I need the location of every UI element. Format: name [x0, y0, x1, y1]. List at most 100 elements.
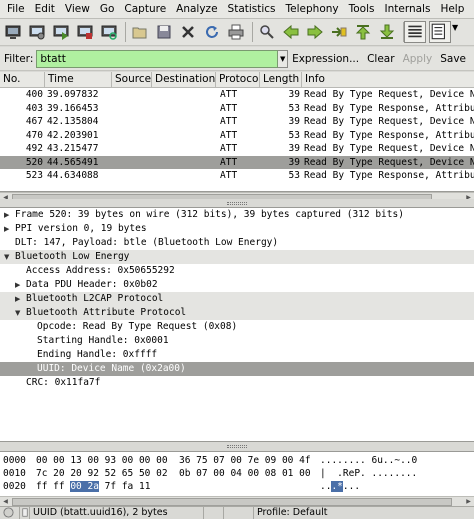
expand-right-icon[interactable]: ▶: [15, 278, 24, 292]
menu-file[interactable]: File: [2, 0, 30, 19]
packet-cell-time: 42.203901: [47, 129, 99, 141]
packet-cell-protocol: ATT: [220, 143, 238, 154]
go-first-icon[interactable]: [352, 21, 374, 43]
packet-cell-source: [112, 156, 152, 170]
detail-row[interactable]: Opcode: Read By Type Request (0x08): [0, 320, 474, 334]
save-button[interactable]: Save: [440, 53, 466, 65]
interface-list-icon[interactable]: [2, 21, 24, 43]
hex-bytes: 00 00 13 00 93 00 00 00 36 75 07 00 7e 0…: [36, 454, 311, 467]
ascii-bytes: ........ 6u..~..0: [320, 454, 417, 467]
menu-statistics[interactable]: Statistics: [223, 0, 281, 19]
packet-cell-protocol: ATT: [220, 116, 238, 127]
apply-button[interactable]: Apply: [403, 53, 433, 65]
auto-scroll-icon[interactable]: [429, 21, 451, 43]
detail-row[interactable]: DLT: 147, Payload: btle (Bluetooth Low E…: [0, 236, 474, 250]
packet-cell-destination: [152, 142, 216, 156]
print-icon[interactable]: [225, 21, 247, 43]
hex-bytes: 7c 20 20 92 52 65 50 02 0b 07 00 04 00 0…: [36, 467, 311, 480]
stop-capture-icon[interactable]: [74, 21, 96, 43]
expand-down-icon[interactable]: ▼: [15, 306, 24, 320]
menu-telephony[interactable]: Telephony: [281, 0, 344, 19]
open-file-icon[interactable]: [129, 21, 151, 43]
hex-text: ff ff: [36, 481, 71, 492]
column-header-protocol[interactable]: Protocol: [216, 72, 260, 87]
packet-row[interactable]: 400 39.097832 ATT 39 Read By Type Request, D…: [0, 88, 474, 102]
detail-row[interactable]: ▼ Bluetooth Attribute Protocol: [0, 306, 474, 320]
detail-row[interactable]: ▶ Bluetooth L2CAP Protocol: [0, 292, 474, 306]
pane-splitter[interactable]: [0, 199, 474, 207]
packet-cell-info: Read By Type Response, Attribute: [304, 170, 474, 181]
detail-row[interactable]: Access Address: 0x50655292: [0, 264, 474, 278]
packet-cell-destination: [152, 129, 216, 143]
expand-right-icon[interactable]: ▶: [4, 208, 13, 222]
save-file-icon[interactable]: [153, 21, 175, 43]
packet-row[interactable]: 470 42.203901 ATT 53 Read By Type Response, …: [0, 129, 474, 143]
toolbar-separator: [252, 22, 253, 42]
capture-options-icon[interactable]: [26, 21, 48, 43]
close-file-icon[interactable]: [177, 21, 199, 43]
status-bar: UUID (btatt.uuid16), 2 bytes Profile: De…: [0, 506, 474, 519]
detail-text: UUID: Device Name (0x2a00): [37, 363, 186, 374]
profile-status[interactable]: Profile: Default: [254, 507, 474, 519]
filter-dropdown-icon[interactable]: ▼: [278, 49, 289, 68]
start-capture-icon[interactable]: [50, 21, 72, 43]
column-header-time[interactable]: Time: [45, 72, 112, 87]
detail-row[interactable]: ▶ PPI version 0, 19 bytes: [0, 222, 474, 236]
packet-cell-time: 39.097832: [47, 89, 99, 100]
packet-row[interactable]: 520 44.565491 ATT 39 Read By Type Request, D…: [0, 155, 474, 170]
detail-row[interactable]: Starting Handle: 0x0001: [0, 334, 474, 348]
chevron-down-icon[interactable]: ▼: [452, 23, 458, 32]
packet-row[interactable]: 523 44.634088 ATT 53 Read By Type Response, …: [0, 169, 474, 183]
packet-row[interactable]: 492 43.215477 ATT 39 Read By Type Request, D…: [0, 142, 474, 156]
go-back-icon[interactable]: [280, 21, 302, 43]
expand-right-icon[interactable]: ▶: [15, 292, 24, 306]
pane-splitter[interactable]: [0, 442, 474, 451]
menu-capture[interactable]: Capture: [119, 0, 171, 19]
filter-input[interactable]: [36, 49, 279, 68]
column-header-source[interactable]: Source: [112, 72, 152, 87]
reload-icon[interactable]: [201, 21, 223, 43]
go-last-icon[interactable]: [376, 21, 398, 43]
menu-go[interactable]: Go: [95, 0, 120, 19]
packet-cell-length: 53: [288, 102, 300, 114]
expand-right-icon[interactable]: ▶: [4, 222, 13, 236]
menu-tools[interactable]: Tools: [344, 0, 380, 19]
column-header-no[interactable]: No.: [0, 72, 45, 87]
packet-cell-destination: [152, 88, 216, 102]
column-header-length[interactable]: Length: [260, 72, 302, 87]
menu-internals[interactable]: Internals: [380, 0, 436, 19]
detail-row[interactable]: CRC: 0x11fa7f: [0, 376, 474, 390]
menu-edit[interactable]: Edit: [30, 0, 60, 19]
restart-capture-icon[interactable]: [98, 21, 120, 43]
column-header-destination[interactable]: Destination: [152, 72, 216, 87]
menu-view[interactable]: View: [60, 0, 95, 19]
packet-row[interactable]: 403 39.166453 ATT 53 Read By Type Response, …: [0, 102, 474, 116]
detail-row[interactable]: ▼ Bluetooth Low Energy: [0, 250, 474, 264]
detail-text: Opcode: Read By Type Request (0x08): [37, 321, 238, 332]
detail-row[interactable]: ▶ Data PDU Header: 0x0b02: [0, 278, 474, 292]
clear-button[interactable]: Clear: [367, 53, 394, 65]
expert-info-icon[interactable]: [0, 506, 20, 519]
packet-list: No. Time Source Destination Protocol Len…: [0, 72, 474, 192]
packet-cell-protocol: ATT: [220, 89, 238, 100]
hex-text: 7f fa 11: [98, 481, 151, 492]
packet-cell-time: 42.135804: [47, 116, 99, 127]
capture-comment-icon[interactable]: [20, 506, 30, 519]
detail-row[interactable]: Ending Handle: 0xffff: [0, 348, 474, 362]
expression-button[interactable]: Expression...: [292, 53, 359, 65]
find-packet-icon[interactable]: [256, 21, 278, 43]
bytes-hscrollbar[interactable]: ◀ ▶: [0, 496, 474, 506]
go-forward-icon[interactable]: [304, 21, 326, 43]
expand-down-icon[interactable]: ▼: [4, 250, 13, 264]
detail-row[interactable]: UUID: Device Name (0x2a00): [0, 362, 474, 376]
colorize-icon[interactable]: [404, 21, 426, 43]
scroll-thumb[interactable]: [12, 498, 452, 506]
detail-text: Bluetooth Low Energy: [15, 251, 130, 262]
go-to-packet-icon[interactable]: [328, 21, 350, 43]
detail-row[interactable]: ▶ Frame 520: 39 bytes on wire (312 bits),…: [0, 208, 474, 222]
column-header-info[interactable]: Info: [302, 72, 474, 87]
menu-help[interactable]: Help: [435, 0, 469, 19]
packet-row[interactable]: 467 42.135804 ATT 39 Read By Type Request, D…: [0, 115, 474, 129]
menu-analyze[interactable]: Analyze: [171, 0, 222, 19]
detail-text: Access Address: 0x50655292: [26, 265, 175, 276]
